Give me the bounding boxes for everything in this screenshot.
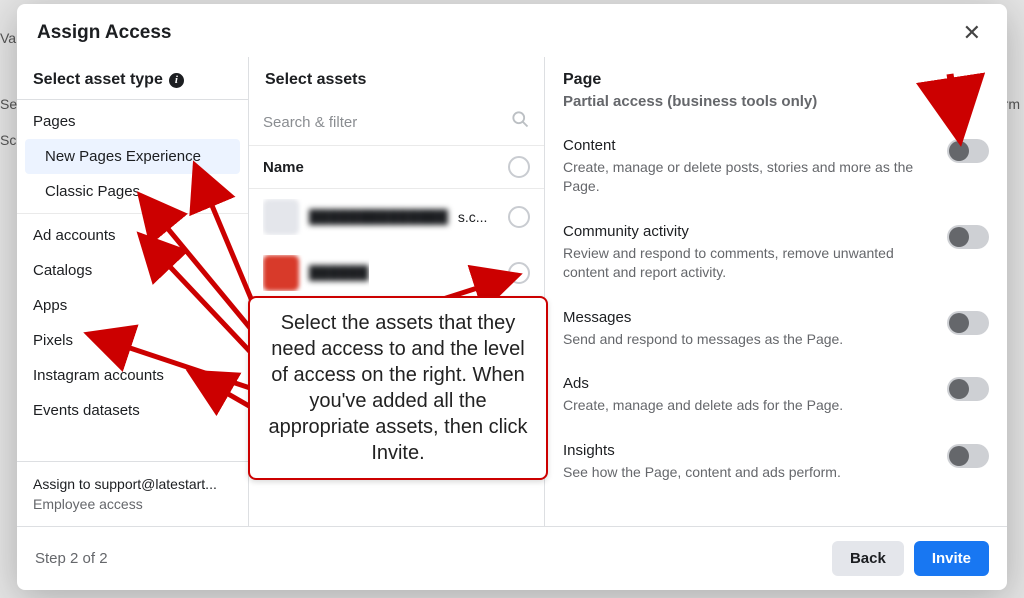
modal-title: Assign Access: [37, 22, 171, 44]
asset-type-events-datasets[interactable]: Events datasets: [17, 393, 248, 428]
asset-select-radio[interactable]: [508, 262, 530, 284]
close-button[interactable]: ✕: [957, 18, 987, 48]
back-button[interactable]: Back: [832, 541, 904, 576]
select-all-radio[interactable]: [508, 156, 530, 178]
toggle-community-activity[interactable]: [947, 225, 989, 249]
asset-name-blurred: ██████: [309, 265, 369, 281]
permission-name: Community activity: [563, 223, 925, 240]
close-icon: ✕: [963, 20, 981, 45]
permission-desc: Create, manage or delete posts, stories …: [563, 158, 925, 196]
assets-name-header: Name: [249, 145, 544, 189]
assign-to-footer: Assign to support@latestart... Employee …: [17, 461, 248, 526]
asset-type-pixels[interactable]: Pixels: [17, 323, 248, 358]
asset-type-new-pages-experience[interactable]: New Pages Experience: [25, 139, 240, 174]
permission-desc: Review and respond to comments, remove u…: [563, 244, 925, 282]
asset-row[interactable]: ██████: [249, 245, 544, 301]
asset-type-list: Pages New Pages Experience Classic Pages…: [17, 104, 248, 461]
modal-header: Assign Access ✕: [17, 4, 1007, 56]
toggle-messages[interactable]: [947, 311, 989, 335]
assign-role-label: Employee access: [33, 496, 232, 512]
assign-to-label: Assign to support@latestart...: [33, 476, 232, 492]
invite-button[interactable]: Invite: [914, 541, 989, 576]
assets-header: Select assets: [249, 57, 544, 99]
permission-content: Content Create, manage or delete posts, …: [563, 124, 989, 210]
permission-name: Insights: [563, 442, 841, 459]
permissions-title: Page: [563, 57, 989, 89]
toggle-content[interactable]: [947, 139, 989, 163]
permission-desc: Send and respond to messages as the Page…: [563, 330, 843, 349]
permission-community-activity: Community activity Review and respond to…: [563, 210, 989, 296]
search-input[interactable]: [263, 114, 510, 131]
asset-type-ad-accounts[interactable]: Ad accounts: [17, 218, 248, 253]
asset-row[interactable]: ██████████████ s.c...: [249, 189, 544, 245]
modal-footer: Step 2 of 2 Back Invite: [17, 526, 1007, 590]
permission-name: Content: [563, 137, 925, 154]
name-column-label: Name: [263, 159, 304, 176]
search-row: [249, 99, 544, 145]
permissions-column: Page Partial access (business tools only…: [545, 57, 1007, 526]
asset-type-apps[interactable]: Apps: [17, 288, 248, 323]
asset-thumb: [263, 255, 299, 291]
permission-name: Ads: [563, 375, 843, 392]
asset-type-column: Select asset type i Pages New Pages Expe…: [17, 57, 249, 526]
permission-desc: Create, manage and delete ads for the Pa…: [563, 396, 843, 415]
info-icon[interactable]: i: [169, 73, 184, 88]
asset-type-catalogs[interactable]: Catalogs: [17, 253, 248, 288]
step-label: Step 2 of 2: [35, 550, 108, 567]
permission-messages: Messages Send and respond to messages as…: [563, 296, 989, 363]
asset-select-radio[interactable]: [508, 206, 530, 228]
asset-type-classic-pages[interactable]: Classic Pages: [17, 174, 248, 209]
annotation-callout: Select the assets that they need access …: [248, 296, 548, 480]
asset-type-pages[interactable]: Pages: [17, 104, 248, 139]
asset-name-blurred: ██████████████: [309, 209, 448, 225]
permission-insights: Insights See how the Page, content and a…: [563, 429, 989, 496]
asset-type-header-label: Select asset type: [33, 71, 163, 89]
permission-ads: Ads Create, manage and delete ads for th…: [563, 362, 989, 429]
asset-type-header: Select asset type i: [17, 57, 248, 99]
permission-desc: See how the Page, content and ads perfor…: [563, 463, 841, 482]
toggle-insights[interactable]: [947, 444, 989, 468]
search-icon[interactable]: [510, 109, 530, 135]
asset-thumb: [263, 199, 299, 235]
permissions-subtitle: Partial access (business tools only): [563, 93, 989, 110]
permission-name: Messages: [563, 309, 843, 326]
asset-suffix: s.c...: [458, 209, 488, 225]
asset-type-instagram-accounts[interactable]: Instagram accounts: [17, 358, 248, 393]
toggle-ads[interactable]: [947, 377, 989, 401]
